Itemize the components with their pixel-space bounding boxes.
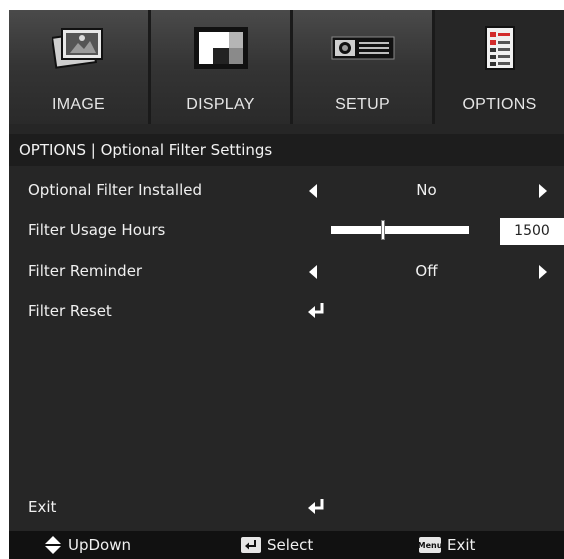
- updown-arrows-icon: [45, 536, 61, 554]
- menu-row-exit[interactable]: Exit: [9, 492, 564, 522]
- tab-setup-label: SETUP: [335, 96, 390, 113]
- arrow-left-icon[interactable]: [309, 184, 317, 198]
- footer-bar: UpDown Select Menu Exit: [9, 531, 564, 559]
- tab-setup[interactable]: SETUP: [293, 10, 432, 124]
- enter-icon[interactable]: [307, 300, 327, 324]
- filter-reset-label: Filter Reset: [28, 302, 112, 320]
- arrow-right-icon[interactable]: [539, 184, 547, 198]
- filter-reminder-label: Filter Reminder: [28, 262, 143, 280]
- usage-hours-value: 1500: [500, 218, 564, 245]
- display-icon: [151, 20, 290, 76]
- menu-row-filter-reset[interactable]: Filter Reset: [9, 296, 564, 326]
- menu-row-usage-hours[interactable]: Filter Usage Hours 1500: [9, 215, 564, 245]
- osd-menu: IMAGE DISPLAY SETUP OPTIONS OPTIONS | Op…: [9, 10, 564, 559]
- footer-exit: Menu Exit: [418, 531, 476, 559]
- footer-exit-label: Exit: [447, 536, 476, 554]
- tab-options-label: OPTIONS: [462, 96, 537, 113]
- tab-display[interactable]: DISPLAY: [151, 10, 290, 124]
- usage-hours-label: Filter Usage Hours: [28, 221, 166, 239]
- menu-row-filter-reminder[interactable]: Filter Reminder Off: [9, 256, 564, 286]
- menu-row-filter-installed[interactable]: Optional Filter Installed No: [9, 175, 564, 205]
- select-label: Select: [267, 536, 314, 554]
- breadcrumb: OPTIONS | Optional Filter Settings: [9, 134, 564, 166]
- options-checklist-icon: [435, 20, 564, 76]
- tab-options[interactable]: OPTIONS: [435, 10, 564, 124]
- updown-label: UpDown: [68, 536, 132, 554]
- menu-key-icon: Menu: [418, 537, 442, 553]
- filter-reminder-value: Off: [415, 262, 438, 280]
- tab-display-label: DISPLAY: [186, 96, 255, 113]
- usage-hours-slider[interactable]: [331, 226, 469, 234]
- footer-updown: UpDown: [44, 531, 131, 559]
- filter-installed-label: Optional Filter Installed: [28, 181, 203, 199]
- projector-icon: [293, 20, 432, 76]
- exit-label: Exit: [28, 498, 57, 516]
- slider-handle[interactable]: [381, 220, 386, 240]
- arrow-right-icon[interactable]: [539, 265, 547, 279]
- enter-key-icon: [241, 537, 261, 553]
- arrow-left-icon[interactable]: [309, 265, 317, 279]
- image-icon: [9, 20, 148, 76]
- tab-image-label: IMAGE: [51, 96, 106, 113]
- tab-bar: IMAGE DISPLAY SETUP OPTIONS: [9, 10, 564, 124]
- tab-image[interactable]: IMAGE: [9, 10, 148, 124]
- enter-icon[interactable]: [307, 496, 327, 520]
- footer-select: Select: [241, 531, 313, 559]
- filter-installed-value: No: [416, 181, 437, 199]
